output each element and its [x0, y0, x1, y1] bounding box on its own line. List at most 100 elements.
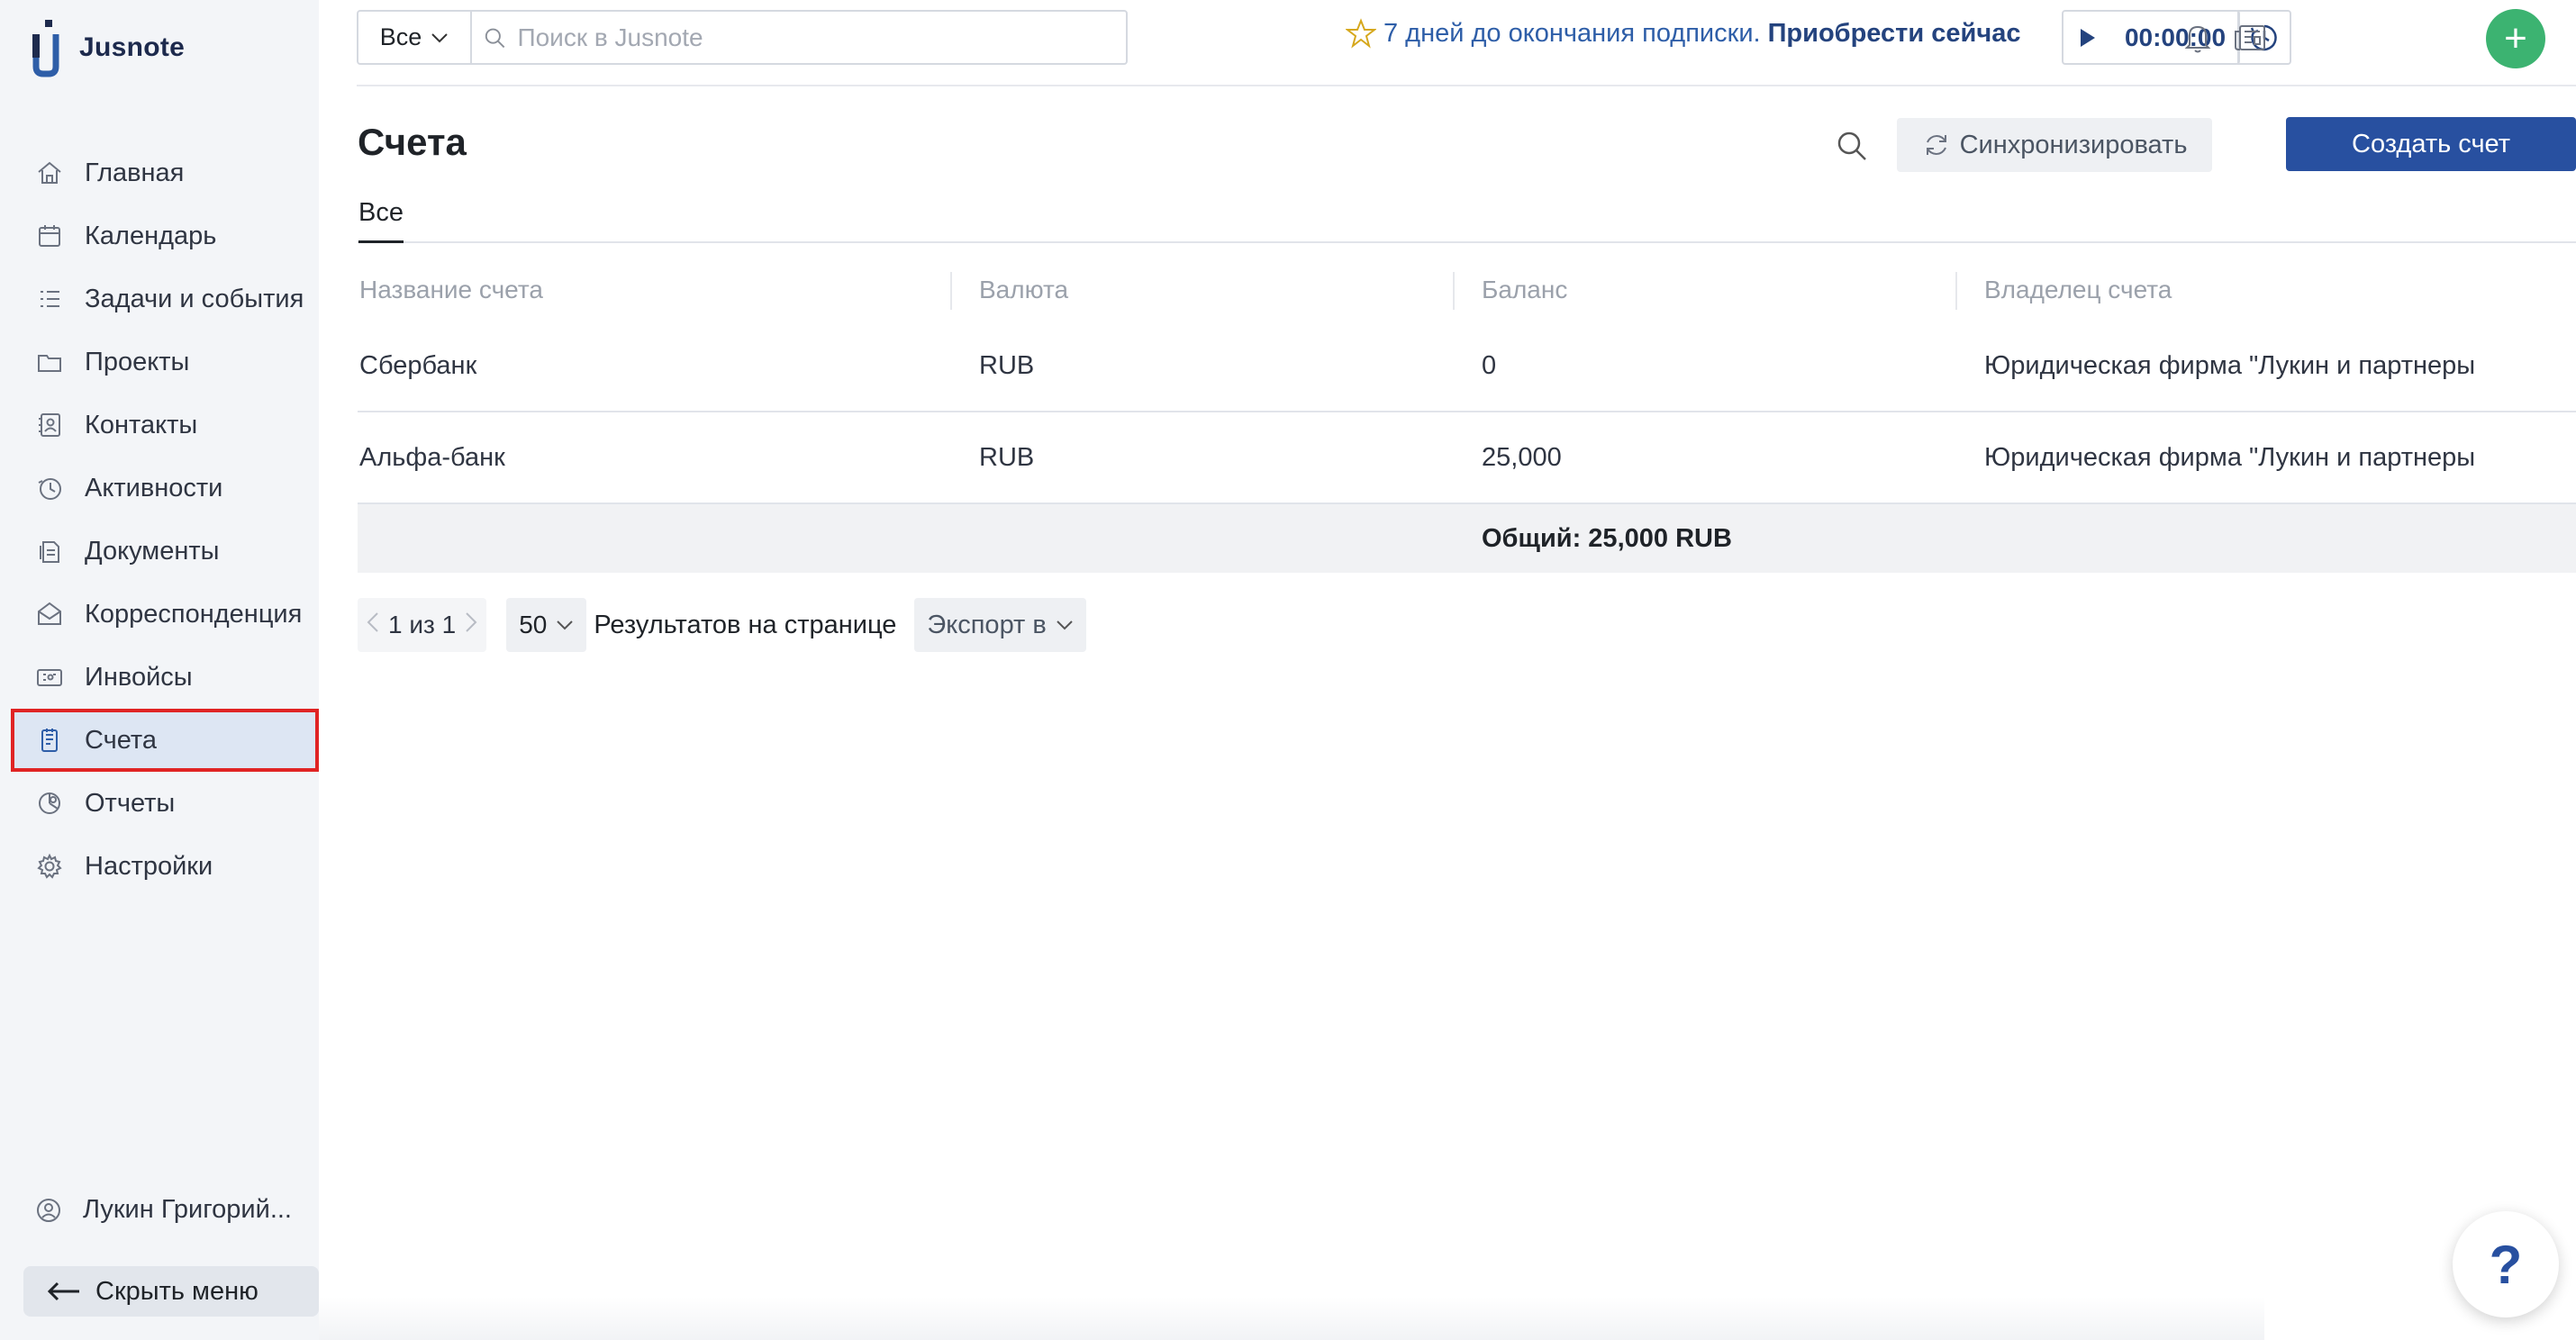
- sidebar-item-activities[interactable]: Активности: [11, 457, 319, 520]
- play-icon: [2081, 28, 2095, 47]
- column-header-balance[interactable]: Баланс: [1453, 272, 1982, 310]
- account-owner: Юридическая фирма "Лукин и партнеры": [1984, 442, 2474, 472]
- column-header-name[interactable]: Название счета: [358, 276, 977, 304]
- plus-icon: +: [2504, 16, 2527, 60]
- table-row[interactable]: Альфа-банк RUB 25,000 Юридическая фирма …: [358, 412, 2576, 504]
- sidebar-item-contacts[interactable]: Контакты: [11, 394, 319, 457]
- prev-page-button[interactable]: [367, 611, 379, 639]
- total-balance: Общий: 25,000 RUB: [1482, 523, 1732, 553]
- sidebar-item-label: Счета: [85, 725, 157, 755]
- sidebar-item-settings[interactable]: Настройки: [11, 835, 319, 898]
- help-button[interactable]: ?: [2453, 1211, 2559, 1317]
- subscription-text: 7 дней до окончания подписки.: [1383, 18, 1761, 48]
- top-bar: Все 7 дней до окончания подписки. Приобр…: [357, 0, 2576, 86]
- star-icon: [1346, 18, 1376, 49]
- sidebar-item-label: Настройки: [85, 851, 213, 881]
- refresh-icon: [1926, 135, 1946, 155]
- sidebar-item-tasks[interactable]: Задачи и события: [11, 267, 319, 330]
- create-account-label: Создать счет: [2352, 129, 2510, 158]
- table-row[interactable]: Сбербанк RUB 0 Юридическая фирма "Лукин …: [358, 321, 2576, 412]
- sidebar-item-label: Главная: [85, 158, 185, 187]
- sidebar-item-calendar[interactable]: Календарь: [11, 204, 319, 267]
- quick-create-button[interactable]: +: [2486, 9, 2545, 68]
- timer-play-button[interactable]: [2064, 27, 2112, 49]
- settings-icon: [34, 851, 65, 882]
- jusnote-logo-icon: [32, 20, 59, 77]
- export-label: Экспорт в: [927, 610, 1047, 639]
- account-currency: RUB: [979, 350, 1035, 380]
- help-icon: ?: [2489, 1234, 2523, 1295]
- per-page-value: 50: [519, 611, 548, 638]
- sidebar-item-invoices[interactable]: Инвойсы: [11, 646, 319, 709]
- buy-now-link[interactable]: Приобрести сейчас: [1768, 19, 2021, 49]
- create-account-button[interactable]: Создать счет: [2286, 117, 2576, 171]
- news-button[interactable]: [2230, 18, 2270, 58]
- tabs: Все: [358, 196, 2576, 243]
- search-input[interactable]: [517, 23, 1126, 52]
- account-balance: 25,000: [1482, 442, 1562, 472]
- hide-menu-button[interactable]: Скрыть меню: [23, 1266, 319, 1317]
- sidebar-item-accounts[interactable]: Счета: [11, 709, 319, 772]
- next-page-button[interactable]: [465, 611, 477, 639]
- table-header: Название счета Валюта Баланс Владелец сч…: [358, 259, 2576, 321]
- column-header-currency[interactable]: Валюта: [950, 272, 1480, 310]
- hide-menu-label: Скрыть меню: [95, 1276, 259, 1306]
- sidebar-item-label: Контакты: [85, 410, 198, 439]
- sidebar-item-label: Задачи и события: [85, 284, 304, 313]
- contacts-icon: [34, 410, 65, 440]
- activity-icon: [34, 473, 65, 503]
- invoice-icon: [34, 662, 65, 693]
- sidebar-nav: Главная Календарь Задачи и события Проек…: [11, 141, 319, 898]
- arrow-left-icon: [47, 1281, 79, 1301]
- app-name: Jusnote: [79, 32, 186, 62]
- user-profile[interactable]: Лукин Григорий...: [34, 1195, 292, 1225]
- sidebar-item-home[interactable]: Главная: [11, 141, 319, 204]
- page-title: Счета: [358, 121, 467, 163]
- pagination: 1 из 1 50 Результатов на странице Экспор…: [358, 598, 1086, 652]
- sidebar-item-label: Документы: [85, 536, 220, 566]
- account-owner: Юридическая фирма "Лукин и партнеры": [1984, 350, 2474, 380]
- chevron-down-icon: [1057, 620, 1073, 630]
- chevron-down-icon: [557, 620, 574, 630]
- folder-icon: [34, 347, 65, 377]
- sidebar-item-reports[interactable]: Отчеты: [11, 772, 319, 835]
- page-range: 1 из 1: [388, 611, 457, 638]
- account-name[interactable]: Альфа-банк: [358, 443, 977, 473]
- sidebar-item-correspondence[interactable]: Корреспонденция: [11, 583, 319, 646]
- export-dropdown[interactable]: Экспорт в: [914, 598, 1086, 652]
- user-name: Лукин Григорий...: [83, 1195, 292, 1224]
- tab-all[interactable]: Все: [358, 196, 404, 243]
- sidebar: Jusnote Главная Календарь Задачи и событ…: [0, 0, 319, 1340]
- newspaper-icon: [2235, 25, 2265, 50]
- chevron-left-icon: [367, 611, 378, 632]
- sidebar-item-label: Отчеты: [85, 788, 176, 818]
- search-scope-dropdown[interactable]: Все: [358, 12, 472, 63]
- calendar-icon: [34, 221, 65, 251]
- search-icon: [1837, 131, 1866, 160]
- column-header-owner[interactable]: Владелец счета: [1955, 272, 2474, 310]
- sidebar-item-projects[interactable]: Проекты: [11, 330, 319, 394]
- table-search-button[interactable]: [1832, 126, 1872, 166]
- documents-icon: [34, 536, 65, 566]
- account-balance: 0: [1482, 350, 1497, 380]
- sidebar-item-label: Корреспонденция: [85, 599, 303, 629]
- subscription-banner: 7 дней до окончания подписки. Приобрести…: [1346, 18, 2020, 49]
- bell-icon: [2184, 25, 2211, 53]
- search-icon: [485, 28, 505, 48]
- accounts-table: Название счета Валюта Баланс Владелец сч…: [358, 259, 2576, 573]
- search-field: [472, 12, 1126, 63]
- notifications-button[interactable]: [2178, 18, 2218, 58]
- sidebar-item-documents[interactable]: Документы: [11, 520, 319, 583]
- accounts-icon: [34, 725, 65, 756]
- per-page-select[interactable]: 50: [506, 598, 587, 652]
- sidebar-item-label: Проекты: [85, 347, 190, 376]
- sidebar-item-label: Активности: [85, 473, 223, 502]
- home-icon: [34, 158, 65, 188]
- account-name[interactable]: Сбербанк: [358, 351, 977, 381]
- table-total-row: Общий: 25,000 RUB: [358, 504, 2576, 573]
- sidebar-item-label: Календарь: [85, 221, 217, 250]
- sync-button[interactable]: Синхронизировать: [1897, 118, 2212, 172]
- sidebar-item-label: Инвойсы: [85, 662, 193, 692]
- app-logo[interactable]: Jusnote: [31, 16, 185, 79]
- chevron-right-icon: [466, 611, 477, 632]
